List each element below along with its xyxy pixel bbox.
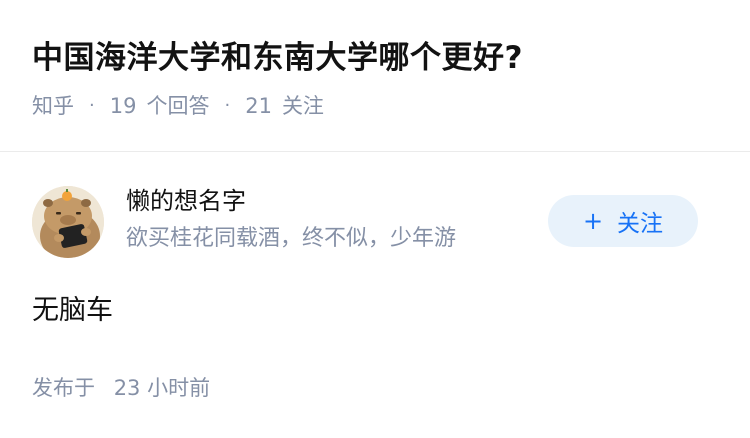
plus-icon: +: [582, 207, 604, 235]
publish-time: 23 小时前: [113, 376, 211, 400]
follower-count-label: 关注: [281, 94, 324, 118]
answer-content: 无脑车: [32, 295, 113, 326]
answer-timestamp: 发布于 23 小时前: [32, 372, 210, 404]
question-header: 中国海洋大学和东南大学哪个更好? 知乎 · 19 个回答 · 21 关注: [32, 34, 730, 122]
author-bio-container: 欲买桂花同载酒，终不似，少年游: [126, 221, 536, 257]
capybara-avatar-icon: [32, 186, 104, 258]
author-info: 懒的想名字 欲买桂花同载酒，终不似，少年游: [126, 183, 546, 257]
bio-fade-overlay: [476, 221, 536, 257]
follow-button[interactable]: + 关注: [548, 195, 698, 247]
author-row: 懒的想名字 欲买桂花同载酒，终不似，少年游 + 关注: [32, 183, 698, 263]
question-title[interactable]: 中国海洋大学和东南大学哪个更好?: [32, 34, 730, 82]
answer-count: 19: [109, 94, 137, 118]
section-divider: [0, 151, 750, 152]
meta-separator: ·: [89, 95, 95, 116]
follower-count: 21: [245, 94, 272, 118]
author-bio: 欲买桂花同载酒，终不似，少年游: [126, 226, 457, 251]
answer-count-label: 个回答: [146, 94, 210, 118]
author-name[interactable]: 懒的想名字: [126, 183, 546, 219]
question-meta: 知乎 · 19 个回答 · 21 关注: [32, 90, 730, 122]
meta-separator: ·: [224, 95, 231, 116]
answer-page: 中国海洋大学和东南大学哪个更好? 知乎 · 19 个回答 · 21 关注 懒的想…: [0, 0, 750, 438]
follow-button-label: 关注: [617, 211, 664, 237]
publish-label: 发布于: [32, 376, 95, 400]
avatar[interactable]: [32, 186, 104, 258]
source-label[interactable]: 知乎: [32, 90, 74, 122]
